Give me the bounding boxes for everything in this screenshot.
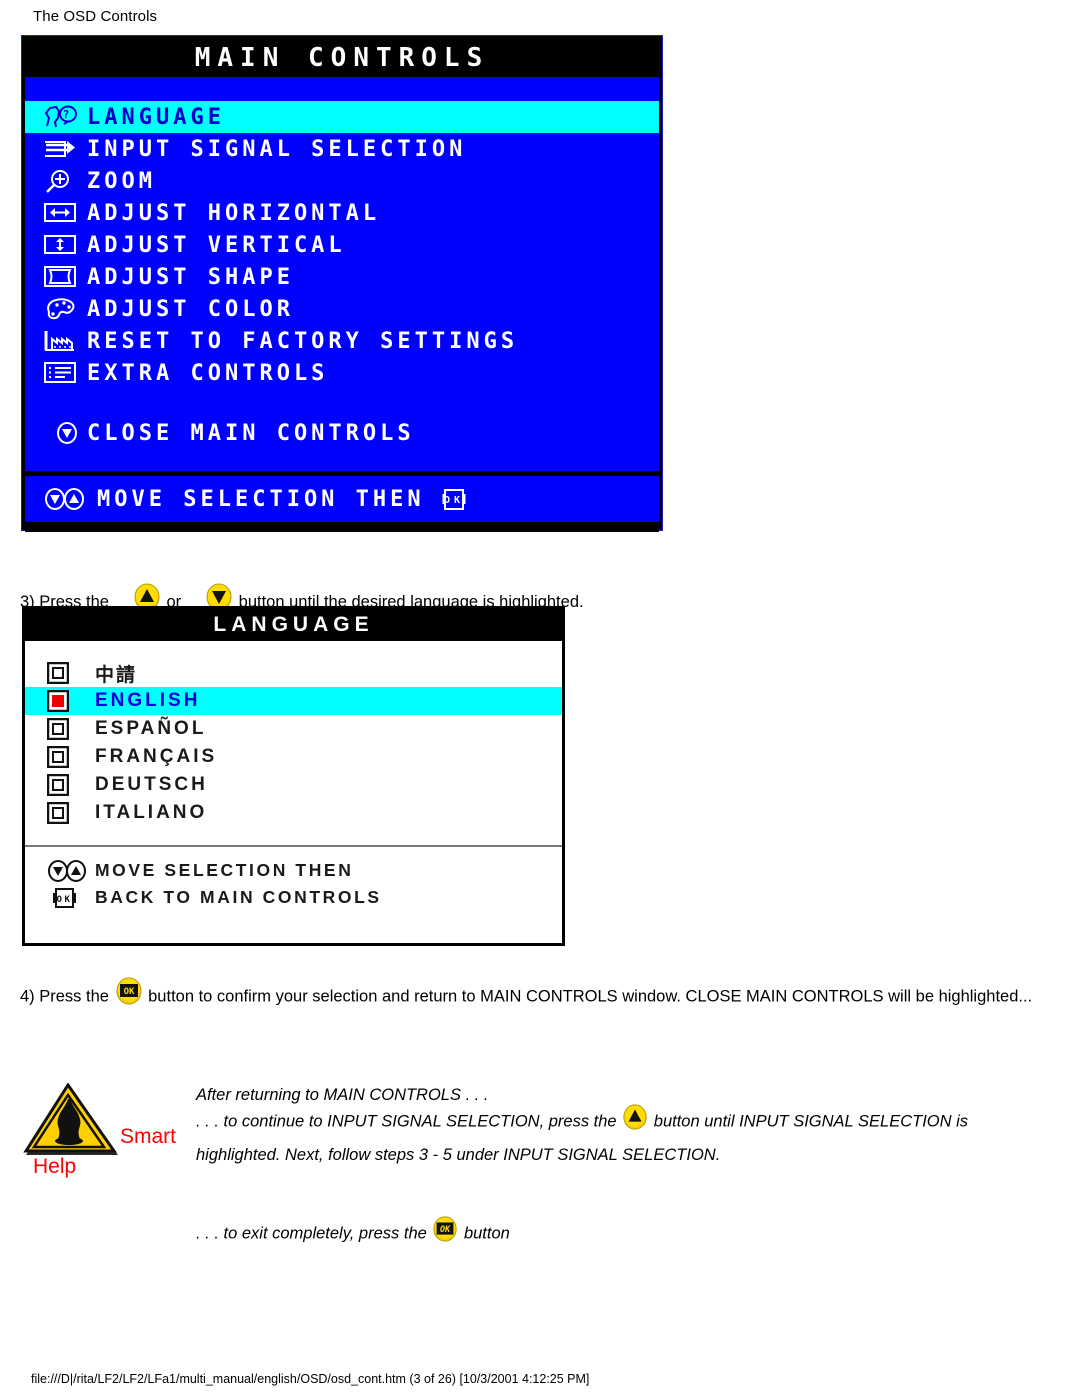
ok-key-icon: OK — [441, 486, 467, 512]
main-controls-hint-label: MOVE SELECTION THEN — [97, 486, 425, 512]
svg-text:?: ? — [63, 108, 74, 121]
ok-button[interactable]: OK — [114, 976, 144, 1018]
language-option-italian[interactable]: ITALIANO — [25, 799, 562, 827]
main-controls-osd-panel: MAIN CONTROLS ? LANGUAGE INPUT SIGNAL SE… — [22, 36, 662, 532]
menu-item-language[interactable]: ? LANGUAGE — [25, 101, 659, 133]
language-option-french[interactable]: FRANÇAIS — [25, 743, 562, 771]
main-controls-title: MAIN CONTROLS — [25, 39, 659, 77]
horizontal-arrows-icon — [43, 200, 87, 226]
page-title: The OSD Controls — [33, 8, 158, 25]
menu-item-label: LANGUAGE — [87, 104, 225, 130]
language-face-icon: ? — [43, 104, 87, 130]
language-option-spanish[interactable]: ESPAÑOL — [25, 715, 562, 743]
smart-help-line-2d: SELECTION. — [622, 1146, 721, 1164]
menu-item-label: ADJUST COLOR — [87, 296, 294, 322]
shape-frame-icon — [43, 264, 87, 290]
language-option-german[interactable]: DEUTSCH — [25, 771, 562, 799]
language-option-chinese[interactable]: 中請 — [25, 659, 562, 687]
menu-item-adjust-shape[interactable]: ADJUST SHAPE — [25, 261, 659, 293]
smart-help-line-2: . . . to continue to INPUT SIGNAL SELECT… — [196, 1103, 1056, 1170]
main-controls-hint-bar: MOVE SELECTION THEN OK — [25, 476, 659, 522]
language-option-label: ESPAÑOL — [95, 718, 207, 739]
menu-item-adjust-vertical[interactable]: ADJUST VERTICAL — [25, 229, 659, 261]
page-footer-path: file:///D|/rita/LF2/LF2/LFa1/multi_manua… — [31, 1372, 590, 1386]
language-option-label: 中請 — [95, 663, 138, 686]
down-circle-icon — [53, 420, 87, 446]
main-controls-top-spacer — [25, 77, 659, 101]
language-option-label: ITALIANO — [95, 802, 208, 823]
vertical-arrows-icon — [43, 232, 87, 258]
smart-help-line-3b: button — [459, 1224, 510, 1243]
input-arrow-icon — [43, 136, 87, 162]
main-controls-item-list: ? LANGUAGE INPUT SIGNAL SELECTION ZOOM A… — [25, 101, 659, 449]
ok-button[interactable]: OK — [431, 1215, 459, 1253]
smart-help-line-2b: button until INPUT — [649, 1112, 789, 1131]
radio-unselected-icon — [47, 802, 95, 824]
menu-item-label: INPUT SIGNAL SELECTION — [87, 136, 467, 162]
svg-text:OK: OK — [444, 495, 464, 506]
magnifier-plus-icon — [43, 168, 87, 194]
up-arrow-button[interactable] — [621, 1103, 649, 1141]
radio-selected-icon — [47, 690, 95, 712]
smart-help-line-2a: . . . to continue to INPUT SIGNAL SELECT… — [196, 1112, 622, 1131]
language-hint-label: MOVE SELECTION THEN — [95, 860, 354, 880]
radio-unselected-icon — [47, 746, 95, 768]
warning-triangle-icon — [18, 1082, 128, 1163]
language-title: LANGUAGE — [25, 609, 562, 641]
step-4-instruction: 4) Press the OK button to confirm your s… — [20, 976, 1060, 1018]
help-label: Help — [33, 1155, 77, 1178]
main-controls-gap-2 — [25, 449, 659, 471]
down-up-circle-icon — [43, 486, 97, 512]
language-hint-move: MOVE SELECTION THEN — [47, 857, 562, 884]
language-osd-panel: LANGUAGE 中請 ENGLISH ESPAÑOL FRANÇAIS DEU… — [22, 606, 565, 946]
step-4-suffix: button to confirm your selection and ret… — [143, 987, 1033, 1006]
menu-item-label: CLOSE MAIN CONTROLS — [87, 420, 415, 446]
menu-item-label: EXTRA CONTROLS — [87, 360, 329, 386]
language-option-label: DEUTSCH — [95, 774, 208, 795]
menu-item-zoom[interactable]: ZOOM — [25, 165, 659, 197]
menu-item-close-main-controls[interactable]: CLOSE MAIN CONTROLS — [25, 417, 659, 449]
language-hint-label: BACK TO MAIN CONTROLS — [95, 887, 382, 907]
language-option-label: FRANÇAIS — [95, 746, 218, 767]
radio-unselected-icon — [47, 718, 95, 740]
menu-item-adjust-color[interactable]: ADJUST COLOR — [25, 293, 659, 325]
palette-icon — [43, 296, 87, 322]
svg-text:OK: OK — [440, 1224, 451, 1234]
menu-item-label: ADJUST SHAPE — [87, 264, 294, 290]
down-up-circle-icon — [47, 859, 95, 882]
menu-item-label: ZOOM — [87, 168, 156, 194]
language-option-english[interactable]: ENGLISH — [25, 687, 562, 715]
main-controls-bottom-pad — [25, 522, 659, 532]
step-4-prefix: 4) Press the — [20, 987, 114, 1006]
language-option-label: ENGLISH — [95, 690, 201, 711]
menu-item-input-signal-selection[interactable]: INPUT SIGNAL SELECTION — [25, 133, 659, 165]
menu-item-adjust-horizontal[interactable]: ADJUST HORIZONTAL — [25, 197, 659, 229]
language-hint-area: MOVE SELECTION THEN OK BACK TO MAIN CONT… — [25, 847, 562, 911]
menu-item-label: ADJUST HORIZONTAL — [87, 200, 381, 226]
svg-text:OK: OK — [56, 895, 72, 905]
factory-icon — [43, 328, 87, 354]
list-icon — [43, 360, 87, 386]
radio-unselected-icon — [47, 774, 95, 796]
language-option-list: 中請 ENGLISH ESPAÑOL FRANÇAIS DEUTSCH ITAL… — [25, 641, 562, 911]
menu-item-extra-controls[interactable]: EXTRA CONTROLS — [25, 357, 659, 389]
radio-unselected-icon — [47, 662, 95, 684]
menu-item-reset-to-factory-settings[interactable]: RESET TO FACTORY SETTINGS — [25, 325, 659, 357]
smart-help-line-3a: . . . to exit completely, press the — [196, 1224, 432, 1243]
ok-key-icon: OK — [47, 887, 95, 909]
svg-text:OK: OK — [123, 987, 134, 997]
smart-label: Smart — [120, 1125, 177, 1148]
menu-item-label: RESET TO FACTORY SETTINGS — [87, 328, 519, 354]
smart-help-line-3: . . . to exit completely, press the OK b… — [196, 1215, 510, 1253]
main-controls-gap — [25, 389, 659, 417]
menu-item-label: ADJUST VERTICAL — [87, 232, 346, 258]
language-hint-back: OK BACK TO MAIN CONTROLS — [47, 884, 562, 911]
